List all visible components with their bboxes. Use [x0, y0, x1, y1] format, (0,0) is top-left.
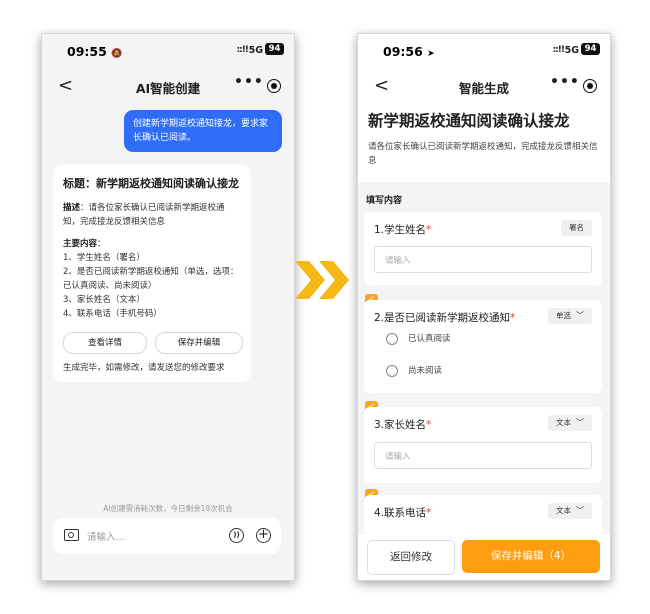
bell-slash-icon: 🔕: [111, 49, 123, 59]
ai-response-card: 标题：新学期返校通知阅读确认接龙 描述：请各位家长确认已阅读新学期返校通知，完成…: [53, 164, 251, 382]
card-item: 4、联系电话（手机号码）: [63, 309, 162, 319]
radio-option[interactable]: 已认真阅读: [386, 332, 451, 345]
phone-screen-smart-generate: 09:56 ➤ ::!! 5G 94 < 智能生成 ••• 新学期返校通知阅读确…: [357, 33, 611, 581]
page-title: AI智能创建: [135, 81, 201, 96]
question-card[interactable]: 2.是否已阅读新学期返校通知* 单选 ﹀ 已认真阅读 尚未阅读: [364, 300, 602, 393]
status-bar: 09:55 🔕 ::!! 5G 94: [42, 34, 294, 68]
transition-arrows-icon: [295, 261, 349, 299]
card-actions: 查看详情 保存并编辑: [63, 332, 243, 354]
question-title: 4.联系电话*: [374, 507, 432, 519]
card-item: 3、家长姓名（文本）: [63, 295, 145, 305]
radio-icon: [386, 332, 398, 345]
question-card[interactable]: 4.联系电话* 文本 ﹀: [364, 495, 602, 535]
back-to-edit-button[interactable]: 返回修改: [367, 540, 455, 575]
miniprogram-capsule: •••: [546, 74, 600, 98]
question-type-tag[interactable]: 文本 ﹀: [548, 503, 592, 519]
phone-screen-ai-create: 09:55 🔕 ::!! 5G 94 < AI智能创建 ••• 创建新学期返校通…: [41, 33, 295, 581]
text-input[interactable]: 请输入: [374, 246, 592, 273]
chevron-down-icon: ﹀: [576, 311, 584, 320]
close-miniprogram-icon[interactable]: [267, 79, 281, 93]
question-card[interactable]: 1.学生姓名* 署名 请输入: [364, 212, 602, 285]
network-type: 5G: [564, 45, 579, 56]
chat-input[interactable]: 请输入...: [87, 529, 125, 543]
status-bar: 09:56 ➤ ::!! 5G 94: [358, 34, 610, 68]
network-type: 5G: [248, 45, 263, 56]
location-arrow-icon: ➤: [427, 49, 435, 59]
close-miniprogram-icon[interactable]: [583, 79, 597, 93]
radio-icon: [386, 364, 398, 377]
card-title: 标题：新学期返校通知阅读确认接龙: [63, 177, 239, 190]
chevron-down-icon: ﹀: [576, 418, 584, 427]
battery-icon: 94: [581, 43, 600, 55]
card-item: 2、是否已阅读新学期返校通知（单选，选项：已认真阅读、尚未阅读）: [63, 267, 239, 291]
generation-note: 生成完毕，如需修改，请发送您的修改要求: [63, 363, 225, 373]
card-item: 1、学生姓名（署名）: [63, 253, 145, 263]
question-card[interactable]: 3.家长姓名* 文本 ﹀ 请输入: [364, 407, 602, 483]
quota-text: AI创建需消耗次数，今日剩余19次机会: [103, 504, 233, 513]
battery-icon: 94: [265, 43, 284, 55]
user-message-bubble: 创建新学期返校通知接龙，要求家长确认已阅读。: [124, 110, 282, 152]
nav-bar: < AI智能创建 •••: [42, 70, 294, 104]
save-and-edit-button[interactable]: 保存并编辑（4）: [462, 540, 600, 573]
miniprogram-capsule: •••: [230, 74, 284, 98]
card-section-label: 主要内容：: [63, 239, 106, 249]
more-icon[interactable]: •••: [234, 74, 264, 90]
section-label: 填写内容: [366, 196, 403, 206]
signal-icon: ::!!: [236, 45, 249, 55]
chevron-down-icon: ﹀: [576, 506, 584, 515]
card-description: 描述：请各位家长确认已阅读新学期返校通知，完成接龙反馈相关信息: [63, 203, 225, 227]
text-input[interactable]: 请输入: [374, 442, 592, 469]
status-time: 09:55 🔕: [67, 44, 123, 59]
radio-option[interactable]: 尚未阅读: [386, 364, 442, 377]
question-title: 2.是否已阅读新学期返校通知*: [374, 312, 516, 324]
plus-icon[interactable]: +: [256, 528, 271, 543]
question-type-tag[interactable]: 单选 ﹀: [548, 308, 592, 324]
question-title: 3.家长姓名*: [374, 419, 432, 431]
back-icon[interactable]: <: [58, 75, 73, 96]
question-title: 1.学生姓名*: [374, 224, 432, 236]
chat-input-bar: 请输入... )) +: [53, 518, 281, 554]
back-icon[interactable]: <: [374, 75, 389, 96]
save-and-edit-button[interactable]: 保存并编辑: [155, 332, 243, 354]
chevron-right-icon: [295, 261, 325, 299]
signal-icon: ::!!: [552, 45, 565, 55]
page-title: 智能生成: [458, 81, 509, 96]
status-time: 09:56 ➤: [383, 44, 435, 59]
camera-icon[interactable]: [64, 529, 79, 541]
question-type-tag[interactable]: 文本 ﹀: [548, 415, 592, 431]
form-description: 请各位家长确认已阅读新学期返校通知，完成接龙反馈相关信息: [368, 142, 598, 166]
nav-bar: < 智能生成 •••: [358, 70, 610, 104]
bottom-action-bar: 返回修改 保存并编辑（4）: [358, 534, 610, 580]
question-type-tag[interactable]: 署名: [561, 220, 592, 236]
voice-icon[interactable]: )): [229, 528, 244, 543]
form-title: 新学期返校通知阅读确认接龙: [368, 112, 570, 130]
more-icon[interactable]: •••: [550, 74, 580, 90]
view-details-button[interactable]: 查看详情: [63, 332, 147, 354]
